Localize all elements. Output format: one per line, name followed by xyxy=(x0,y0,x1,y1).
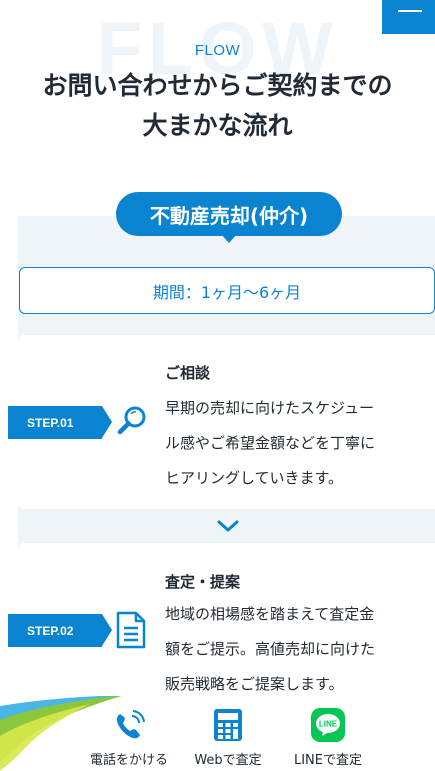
step-description-line: 額をご提示。高値売却に向けた xyxy=(165,640,376,658)
step-description-line: ヒアリングしていきます。 xyxy=(165,469,344,487)
page-title-line: お問い合わせからご契約までの xyxy=(42,71,393,100)
web-assessment-button[interactable]: Webで査定 xyxy=(178,708,278,771)
line-icon: LINE xyxy=(311,708,345,742)
web-assessment-label: Webで査定 xyxy=(194,753,262,768)
call-button-label: 電話をかける xyxy=(89,753,168,768)
step-tag: STEP.01 xyxy=(8,406,112,439)
step-description: 早期の売却に向けたスケジュー ル感やご希望金額などを丁寧に ヒアリングしていきま… xyxy=(165,391,415,496)
category-badge-pointer xyxy=(221,234,237,243)
section-label: FLOW xyxy=(194,42,241,59)
magnifier-icon xyxy=(114,403,150,443)
step-description-line: 早期の売却に向けたスケジュー xyxy=(165,399,374,417)
document-icon xyxy=(114,610,148,654)
step-description-line: ル感やご希望金額などを丁寧に xyxy=(165,434,376,452)
chevron-down-icon xyxy=(216,518,240,538)
step-description-line: 地域の相場感を踏まえて査定金 xyxy=(165,605,375,623)
period-box: 期間：1ヶ月〜6ヶ月 xyxy=(19,267,435,314)
page-title: お問い合わせからご契約までの 大まかな流れ xyxy=(0,66,435,146)
category-badge: 不動産売却(仲介) xyxy=(116,192,342,236)
line-assessment-label: LINEで査定 xyxy=(293,753,362,768)
page-title-line: 大まかな流れ xyxy=(142,111,293,140)
step-description: 地域の相場感を踏まえて査定金 額をご提示。高値売却に向けた 販売戦略をご提案しま… xyxy=(165,597,415,702)
line-assessment-button[interactable]: LINE LINEで査定 xyxy=(278,708,378,771)
step-title: 査定・提案 xyxy=(165,573,241,591)
step-tag: STEP.02 xyxy=(8,614,112,647)
line-icon-text: LINE xyxy=(319,720,338,729)
phone-icon xyxy=(116,710,145,739)
call-button[interactable]: 電話をかける xyxy=(79,708,179,771)
calculator-icon xyxy=(214,709,242,741)
bottom-action-bar: 電話をかける Webで査定 LINE LINEで査定 xyxy=(0,696,435,771)
step-title: ご相談 xyxy=(165,364,211,382)
